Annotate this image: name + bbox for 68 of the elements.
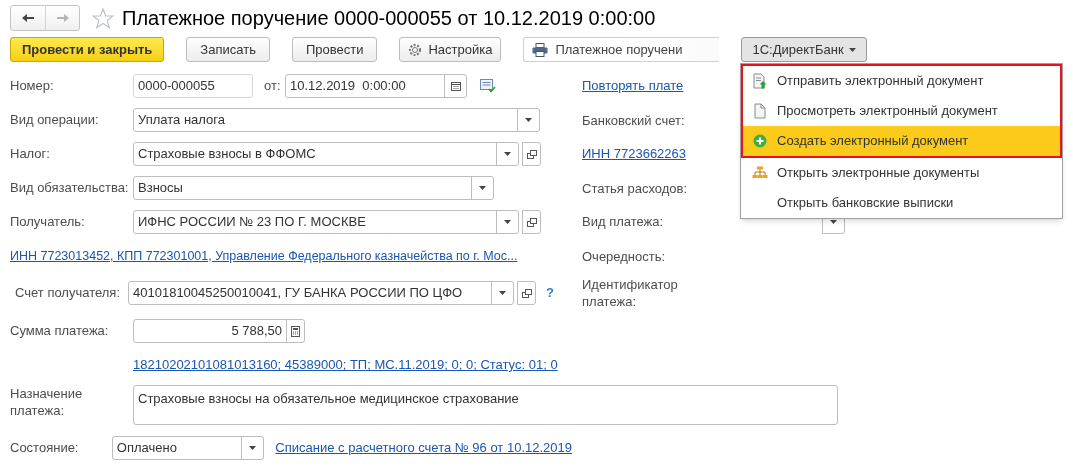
field-label: Вид операции:: [10, 111, 100, 130]
open-button[interactable]: [522, 142, 541, 166]
window-title: Платежное поручение 0000-000055 от 10.12.2019 0:00:00: [122, 6, 656, 31]
post-and-close-button[interactable]: Провести и закрыть: [10, 37, 165, 62]
caret-icon: [525, 118, 532, 122]
link[interactable]: Повторять плате: [582, 76, 684, 96]
directbank-menu-button[interactable]: 1С:ДиректБанк: [741, 37, 867, 62]
open-button[interactable]: [522, 210, 541, 234]
select-field[interactable]: Уплата налога: [133, 108, 540, 132]
link[interactable]: ИНН 7723662263: [582, 144, 687, 164]
select-field[interactable]: Взносы: [133, 176, 494, 200]
settings-button[interactable]: Настройка: [399, 37, 502, 62]
document-upload-icon: [753, 73, 767, 89]
field-label: Вид платежа:: [582, 213, 664, 232]
calculator-icon: [291, 325, 300, 337]
date-field[interactable]: 10.12.2019 0:00:00: [285, 74, 467, 98]
link[interactable]: 18210202101081013160; 45389000; ТП; МС.11.2019; 0; 0; Статус: 01; 0: [133, 355, 558, 375]
menu-item[interactable]: Создать электронный документ: [743, 126, 1060, 156]
field-label: Назначение платежа:: [10, 385, 84, 419]
select-field[interactable]: Страховые взносы в ФФОМС: [133, 142, 519, 166]
settings-icon: [408, 42, 423, 57]
forward-arrow-icon: [55, 13, 70, 23]
link[interactable]: Списание с расчетного счета № 96 от 10.12.2019: [275, 438, 572, 458]
printer-icon: [532, 42, 549, 57]
toolbar-button[interactable]: Провести: [291, 37, 378, 62]
help-icon[interactable]: ?: [546, 283, 554, 303]
purpose-field[interactable]: Страховые взносы на обязательное медицинское страхование: [133, 385, 838, 425]
caret-icon: [479, 186, 486, 190]
number-field[interactable]: 0000-000055: [133, 74, 253, 98]
field-label: Номер:: [10, 77, 55, 96]
link[interactable]: ИНН 7723013452, КПП 772301001, Управление Федерального казначейства по г. Мос...: [10, 246, 518, 266]
open-window-icon: [521, 288, 532, 298]
hierarchy-icon: [752, 166, 768, 180]
menu-item[interactable]: Открыть электронные документы: [743, 158, 1060, 188]
toolbar-button[interactable]: Записать: [186, 37, 270, 62]
field-label: Банковский счет:: [582, 111, 686, 129]
favorite-star-icon[interactable]: [92, 7, 114, 29]
field-label: Вид обязательства:: [10, 179, 130, 198]
field-label: Счет получателя:: [14, 284, 121, 303]
field-label: от:: [264, 77, 282, 96]
open-button[interactable]: [517, 281, 536, 305]
field-label: Очередность:: [582, 247, 667, 265]
caret-icon: [249, 446, 257, 450]
field-label: Сумма платежа:: [10, 322, 110, 341]
open-window-icon: [526, 149, 537, 159]
caret-icon: [499, 291, 506, 295]
select-field[interactable]: Оплачено: [111, 436, 265, 460]
field-label: Идентификатор платежа:: [582, 276, 679, 310]
select-field[interactable]: 40101810045250010041, ГУ БАНКА РОССИИ ПО ЦФО: [128, 281, 514, 305]
field-label: Состояние:: [10, 439, 80, 458]
menu-item[interactable]: Просмотреть электронный документ: [743, 96, 1060, 126]
menu-item[interactable]: Открыть банковские выписки: [743, 188, 1060, 218]
field-label: Получатель:: [10, 213, 86, 232]
back-arrow-icon: [21, 13, 35, 23]
calendar-icon: [450, 81, 461, 91]
caret-icon: [504, 152, 511, 156]
caret-icon: [848, 47, 856, 52]
document-check-icon[interactable]: [480, 79, 496, 93]
field-label: Налог:: [10, 145, 51, 164]
open-window-icon: [526, 217, 537, 227]
caret-icon: [504, 220, 511, 224]
print-button[interactable]: Платежное поручени: [523, 37, 720, 62]
amount-field[interactable]: 5 788,50: [133, 319, 305, 343]
menu-item[interactable]: Отправить электронный документ: [743, 66, 1060, 96]
select-field[interactable]: ИФНС РОССИИ № 23 ПО Г. МОСКВЕ: [133, 210, 519, 234]
field-label: Статья расходов:: [582, 179, 689, 197]
document-icon: [754, 103, 766, 119]
add-icon: [753, 134, 767, 148]
